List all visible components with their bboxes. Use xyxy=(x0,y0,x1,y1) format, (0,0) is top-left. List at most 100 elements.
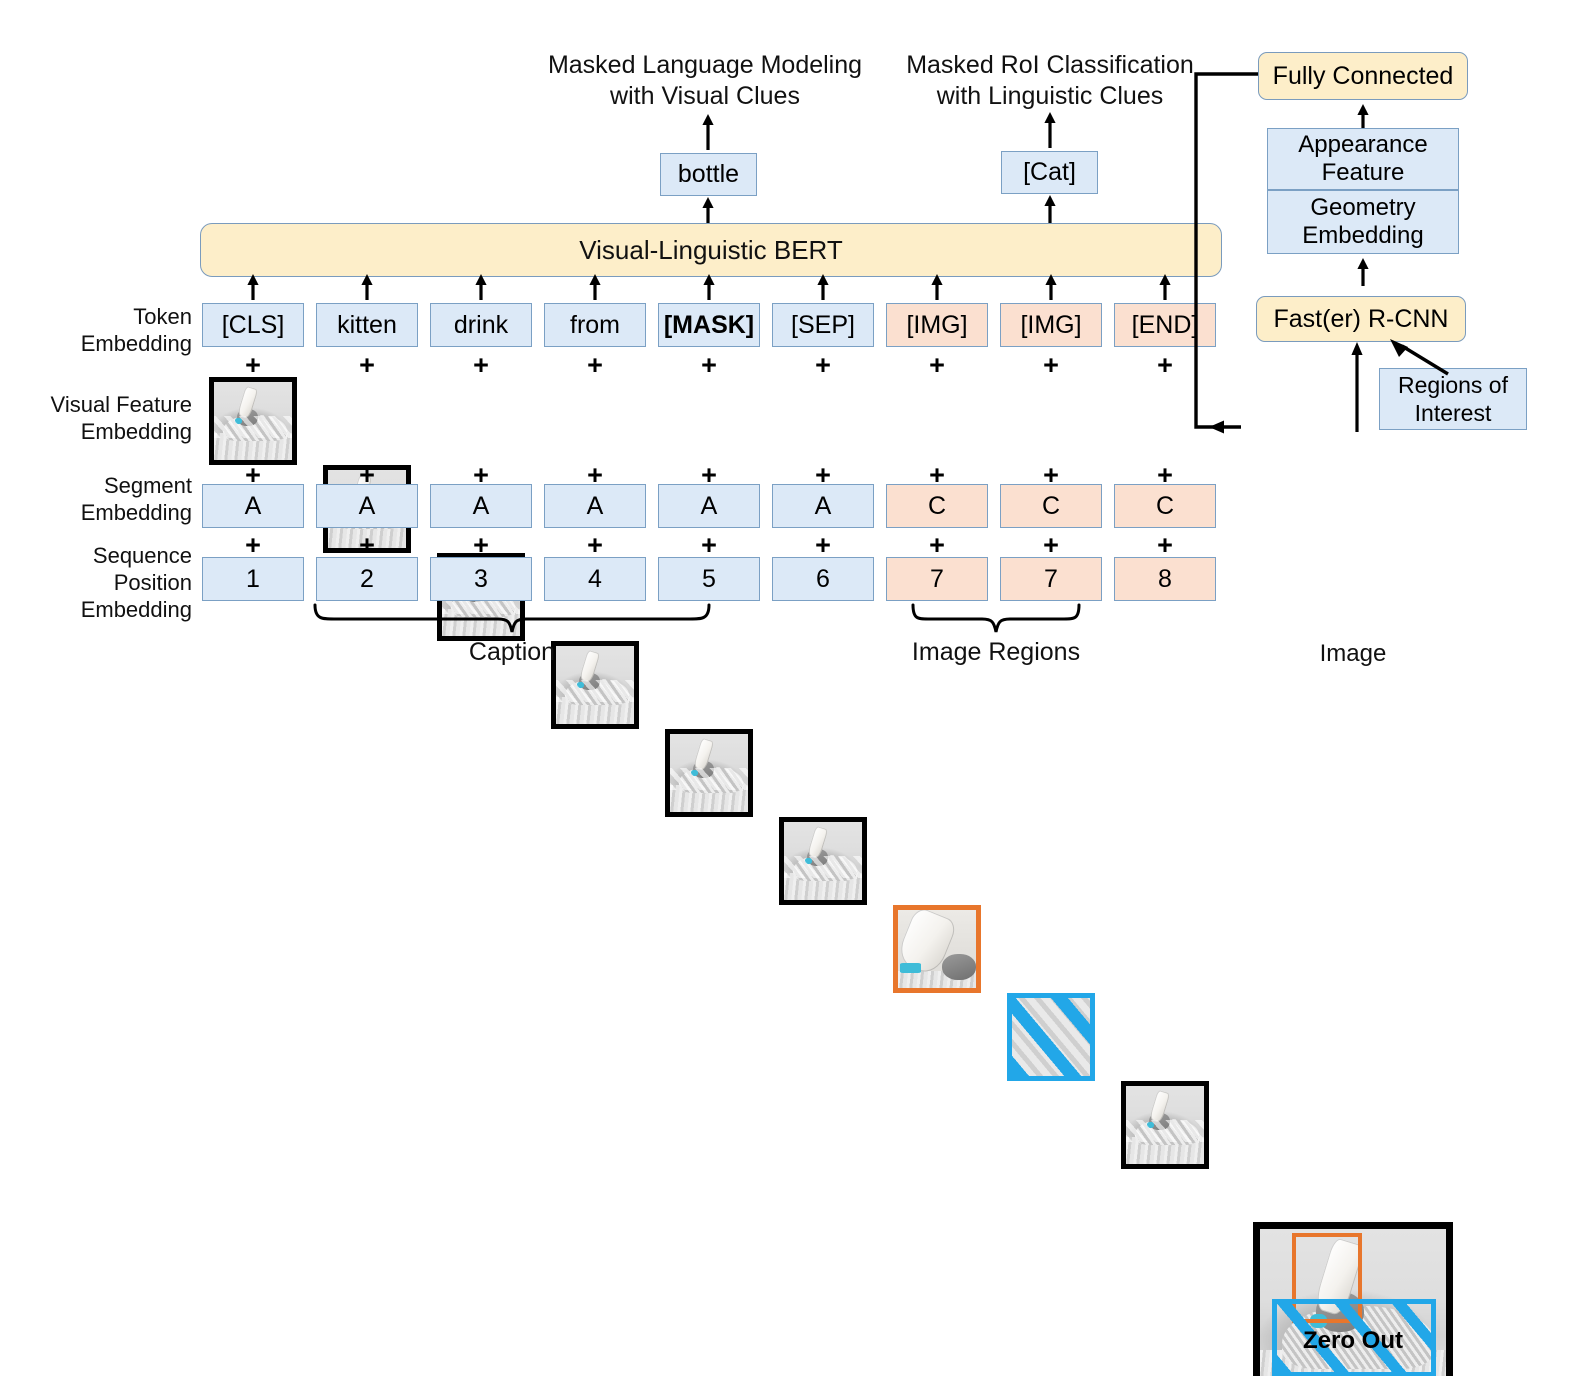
plus-sign: + xyxy=(929,350,945,380)
segment-embedding-cell[interactable]: C xyxy=(1000,484,1102,528)
plus-sign: + xyxy=(359,530,375,560)
plus-sign: + xyxy=(815,350,831,380)
plus-sign: + xyxy=(587,350,603,380)
token-embedding-cell[interactable]: [MASK] xyxy=(658,303,760,347)
token-embedding-label: from xyxy=(570,310,620,339)
position-embedding-cell[interactable]: 4 xyxy=(544,557,646,601)
visual-feature-cell[interactable] xyxy=(1007,993,1095,1081)
token-embedding-label: [IMG] xyxy=(906,310,968,339)
token-to-bert-arrow xyxy=(474,274,488,305)
detector-to-features-arrow xyxy=(1356,258,1370,291)
token-embedding-row-label: Token Embedding xyxy=(10,303,192,357)
token-embedding-cell[interactable]: [CLS] xyxy=(202,303,304,347)
visual-feature-cell[interactable] xyxy=(893,905,981,993)
segment-embedding-label: A xyxy=(814,491,832,520)
token-to-bert-arrow xyxy=(360,274,374,305)
mlm-task-heading-line2: with Visual Clues xyxy=(610,82,800,110)
segment-embedding-row-label: Segment Embedding xyxy=(10,472,192,526)
image-to-detector-arrow xyxy=(1350,342,1364,437)
plus-sign: + xyxy=(587,530,603,560)
visual-feature-cell[interactable] xyxy=(209,377,297,465)
mlm-task-heading-line1: Masked Language Modeling xyxy=(547,51,863,79)
segment-embedding-label: A xyxy=(586,491,604,520)
fully-connected-box[interactable]: Fully Connected xyxy=(1258,52,1468,100)
caption-brace-label: Caption xyxy=(468,638,556,666)
token-embedding-cell[interactable]: [SEP] xyxy=(772,303,874,347)
segment-embedding-row-label-line1: Segment xyxy=(103,473,192,498)
fully-connected-label: Fully Connected xyxy=(1272,61,1454,90)
segment-embedding-cell[interactable]: A xyxy=(430,484,532,528)
mrc-task-heading-line1: Masked RoI Classification xyxy=(906,51,1194,79)
plus-sign: + xyxy=(1157,530,1173,560)
scene-hatch xyxy=(556,680,634,703)
image-regions-brace-label: Image Regions xyxy=(911,638,1081,666)
segment-embedding-cell[interactable]: A xyxy=(202,484,304,528)
scene-hatch xyxy=(214,416,292,439)
token-embedding-label: [SEP] xyxy=(791,310,855,339)
geometry-embedding-box[interactable]: Geometry Embedding xyxy=(1267,190,1459,254)
source-image: Zero Out xyxy=(1253,1222,1453,1376)
faster-rcnn-label: Fast(er) R-CNN xyxy=(1273,304,1449,333)
token-to-bert-arrow xyxy=(588,274,602,305)
position-embedding-label: 7 xyxy=(1044,564,1058,593)
position-embedding-cell[interactable]: 7 xyxy=(886,557,988,601)
token-embedding-cell[interactable]: [IMG] xyxy=(1000,303,1102,347)
position-embedding-label: 8 xyxy=(1158,564,1172,593)
thumb-scene-full xyxy=(670,734,748,812)
mlm-output-arrow-up xyxy=(701,114,715,155)
segment-embedding-cell[interactable]: A xyxy=(772,484,874,528)
token-embedding-label: [MASK] xyxy=(663,310,755,339)
mrc-output-arrow-up xyxy=(1043,112,1057,153)
scene-hatch xyxy=(1126,1120,1204,1143)
position-embedding-cell[interactable]: 1 xyxy=(202,557,304,601)
visual-feature-embedding-row-label-line2: Embedding xyxy=(80,419,192,444)
segment-embedding-cell[interactable]: C xyxy=(886,484,988,528)
token-embedding-cell[interactable]: [END] xyxy=(1114,303,1216,347)
token-embedding-cell[interactable]: drink xyxy=(430,303,532,347)
visual-feature-cell[interactable] xyxy=(1121,1081,1209,1169)
segment-embedding-label: A xyxy=(700,491,718,520)
token-embedding-row-label-line2: Embedding xyxy=(80,331,192,356)
thumb-scene-zeroed xyxy=(1012,998,1090,1076)
source-image-caption: Image xyxy=(1319,640,1387,667)
appearance-feature-box[interactable]: Appearance Feature xyxy=(1267,128,1459,190)
token-embedding-cell[interactable]: kitten xyxy=(316,303,418,347)
position-embedding-cell[interactable]: 5 xyxy=(658,557,760,601)
position-embedding-label: 2 xyxy=(360,564,374,593)
visual-feature-cell[interactable] xyxy=(665,729,753,817)
position-embedding-cell[interactable]: 8 xyxy=(1114,557,1216,601)
geometry-embedding-label-line1: Geometry xyxy=(1310,194,1416,221)
visual-linguistic-bert-module[interactable]: Visual-Linguistic BERT xyxy=(200,223,1222,277)
mrc-task-heading-line2: with Linguistic Clues xyxy=(936,82,1164,110)
thumb-scene-full xyxy=(1126,1086,1204,1164)
scene-bottle-nipple xyxy=(899,963,922,974)
embedding-columns-layer: [CLS] + + A +1 kitten + + A +2 drink + + A +3 from + + A +4… xyxy=(0,0,1576,1169)
position-embedding-label: 4 xyxy=(588,564,602,593)
segment-embedding-cell[interactable]: A xyxy=(658,484,760,528)
mrc-prediction-box[interactable]: [Cat] xyxy=(1001,151,1098,194)
plus-sign: + xyxy=(815,530,831,560)
sequence-position-embedding-row-label: Sequence Position Embedding xyxy=(10,542,192,623)
mlm-prediction-box[interactable]: bottle xyxy=(660,153,757,196)
position-embedding-label: 5 xyxy=(702,564,716,593)
position-embedding-cell[interactable]: 7 xyxy=(1000,557,1102,601)
scene-cat-head xyxy=(941,953,976,981)
token-embedding-cell[interactable]: from xyxy=(544,303,646,347)
position-embedding-cell[interactable]: 3 xyxy=(430,557,532,601)
token-embedding-label: [END] xyxy=(1131,310,1199,339)
position-embedding-label: 3 xyxy=(474,564,488,593)
token-embedding-cell[interactable]: [IMG] xyxy=(886,303,988,347)
token-embedding-label: kitten xyxy=(337,310,397,339)
scene-hatch xyxy=(784,856,862,879)
segment-embedding-cell[interactable]: A xyxy=(544,484,646,528)
segment-embedding-cell[interactable]: C xyxy=(1114,484,1216,528)
segment-embedding-label: C xyxy=(1155,491,1175,520)
position-embedding-cell[interactable]: 6 xyxy=(772,557,874,601)
segment-embedding-cell[interactable]: A xyxy=(316,484,418,528)
visual-feature-cell[interactable] xyxy=(779,817,867,905)
position-embedding-cell[interactable]: 2 xyxy=(316,557,418,601)
appearance-feature-label-line2: Feature xyxy=(1321,159,1405,186)
thumb-scene-full xyxy=(784,822,862,900)
plus-sign: + xyxy=(1043,350,1059,380)
mlm-task-heading: Masked Language Modeling with Visual Clu… xyxy=(520,50,890,112)
